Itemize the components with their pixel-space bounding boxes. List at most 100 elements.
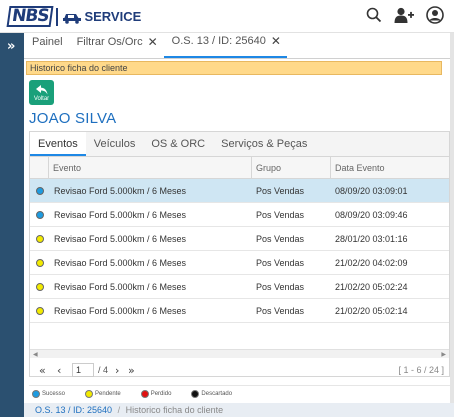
table-row[interactable]: Revisao Ford 5.000km / 6 Meses Pos Vendas…	[30, 251, 449, 275]
table-row[interactable]: Revisao Ford 5.000km / 6 Meses Pos Vendas…	[30, 275, 449, 299]
page-banner: Historico ficha do cliente	[26, 61, 442, 75]
column-header-grupo[interactable]: Grupo	[252, 157, 331, 178]
page-number-input[interactable]: 1	[72, 363, 94, 377]
pager: « ‹ 1 / 4 › » [ 1 - 6 / 24 ]	[29, 362, 450, 380]
status-cell	[30, 282, 49, 291]
table-row[interactable]: Revisao Ford 5.000km / 6 Meses Pos Vendas…	[30, 227, 449, 251]
grupo-cell: Pos Vendas	[256, 185, 305, 196]
legend-label: Pendente	[95, 390, 121, 397]
legend-item-descartado: Descartado	[191, 389, 233, 398]
legend-dot-icon	[140, 389, 149, 398]
grupo-cell: Pos Vendas	[256, 281, 305, 292]
legend-dot-icon	[85, 389, 94, 398]
expand-sidebar-icon[interactable]: »	[7, 39, 15, 54]
legend-item-sucesso: Sucesso	[32, 389, 66, 398]
back-button-label: Voltar	[33, 95, 50, 102]
legend-dot-icon	[191, 389, 200, 398]
evento-cell: Revisao Ford 5.000km / 6 Meses	[54, 233, 187, 244]
close-tab-icon[interactable]: ✕	[148, 35, 158, 49]
tab-painel[interactable]: Painel	[24, 32, 69, 58]
subtab-os-orc[interactable]: OS & ORC	[143, 132, 213, 156]
record-range: [ 1 - 6 / 24 ]	[398, 365, 444, 375]
data-evento-cell: 21/02/20 05:02:14	[335, 305, 408, 316]
tab-label: O.S. 13 / ID: 25640	[171, 35, 266, 47]
data-evento-cell: 08/09/20 03:09:46	[335, 209, 408, 220]
prev-page-icon[interactable]: ‹	[57, 364, 61, 377]
data-evento-cell: 21/02/20 05:02:24	[335, 281, 408, 292]
evento-cell: Revisao Ford 5.000km / 6 Meses	[54, 185, 187, 196]
client-name: JOAO SILVA	[29, 110, 117, 127]
breadcrumb-separator: /	[117, 405, 121, 415]
scroll-left-icon[interactable]: ◀	[33, 351, 38, 358]
subtab-eventos[interactable]: Eventos	[30, 132, 86, 156]
table-row[interactable]: Revisao Ford 5.000km / 6 Meses Pos Vendas…	[30, 179, 449, 203]
car-icon	[63, 13, 82, 24]
evento-cell: Revisao Ford 5.000km / 6 Meses	[54, 257, 187, 268]
scroll-right-icon[interactable]: ▶	[441, 351, 446, 358]
app-logo[interactable]: NBS SERVICE	[6, 6, 142, 27]
legend-label: Sucesso	[42, 390, 66, 397]
subtab-bar: Eventos Veículos OS & ORC Serviços & Peç…	[30, 132, 449, 157]
grupo-cell: Pos Vendas	[256, 257, 305, 268]
first-page-icon[interactable]: «	[39, 364, 46, 377]
horizontal-scrollbar[interactable]: ◀ ▶	[30, 349, 449, 358]
legend-label: Descartado	[201, 390, 233, 397]
subtab-servicos-pecas[interactable]: Serviços & Peças	[213, 132, 315, 156]
status-cell	[30, 306, 49, 315]
last-page-icon[interactable]: »	[128, 364, 135, 377]
next-page-icon[interactable]: ›	[115, 364, 119, 377]
grupo-cell: Pos Vendas	[256, 305, 305, 316]
breadcrumb-current: Historico ficha do cliente	[125, 405, 224, 415]
status-dot-icon	[35, 282, 44, 291]
add-user-icon[interactable]	[394, 7, 414, 23]
tab-filtrar-os-orc[interactable]: Filtrar Os/Orc ✕	[69, 32, 164, 58]
tab-bar: Painel Filtrar Os/Orc ✕ O.S. 13 / ID: 25…	[24, 33, 454, 59]
status-cell	[30, 210, 49, 219]
column-header-evento[interactable]: Evento	[49, 157, 252, 178]
tab-os-13[interactable]: O.S. 13 / ID: 25640 ✕	[163, 32, 287, 58]
grid-body: Revisao Ford 5.000km / 6 Meses Pos Vendas…	[30, 179, 449, 323]
status-legend: Sucesso Pendente Perdido Descartado	[29, 385, 450, 401]
grid-header: Evento Grupo Data Evento	[30, 157, 449, 179]
evento-cell: Revisao Ford 5.000km / 6 Meses	[54, 209, 187, 220]
breadcrumb: O.S. 13 / ID: 25640 / Historico ficha do…	[24, 403, 454, 417]
grupo-cell: Pos Vendas	[256, 233, 305, 244]
legend-item-pendente: Pendente	[85, 389, 121, 398]
evento-cell: Revisao Ford 5.000km / 6 Meses	[54, 281, 187, 292]
data-evento-cell: 28/01/20 03:01:16	[335, 233, 408, 244]
user-avatar-icon[interactable]	[426, 6, 444, 24]
data-evento-cell: 08/09/20 03:09:01	[335, 185, 408, 196]
table-row[interactable]: Revisao Ford 5.000km / 6 Meses Pos Vendas…	[30, 203, 449, 227]
status-cell	[30, 258, 49, 267]
status-cell	[30, 186, 49, 195]
status-dot-icon	[35, 258, 44, 267]
breadcrumb-link[interactable]: O.S. 13 / ID: 25640	[35, 405, 112, 415]
logo-separator	[56, 7, 59, 26]
status-dot-icon	[35, 234, 44, 243]
column-header-data-evento[interactable]: Data Evento	[331, 157, 449, 178]
back-arrow-icon	[35, 84, 47, 94]
tab-label: Painel	[32, 36, 63, 48]
tab-label: Filtrar Os/Orc	[76, 36, 143, 48]
scrollbar-track[interactable]	[450, 33, 454, 403]
close-tab-icon[interactable]: ✕	[271, 34, 281, 48]
status-dot-icon	[35, 210, 44, 219]
history-panel: Eventos Veículos OS & ORC Serviços & Peç…	[29, 131, 450, 377]
back-button[interactable]: Voltar	[29, 80, 54, 105]
legend-item-perdido: Perdido	[140, 389, 171, 398]
data-evento-cell: 21/02/20 04:02:09	[335, 257, 408, 268]
evento-cell: Revisao Ford 5.000km / 6 Meses	[54, 305, 187, 316]
status-cell	[30, 234, 49, 243]
table-row[interactable]: Revisao Ford 5.000km / 6 Meses Pos Vendas…	[30, 299, 449, 323]
sidebar: »	[0, 33, 24, 417]
logo-service-text: SERVICE	[84, 9, 142, 24]
search-icon[interactable]	[366, 7, 382, 23]
logo-nbs-text: NBS	[6, 6, 54, 27]
status-dot-icon	[35, 306, 44, 315]
grupo-cell: Pos Vendas	[256, 209, 305, 220]
legend-dot-icon	[32, 389, 40, 398]
subtab-veiculos[interactable]: Veículos	[86, 132, 144, 156]
page-count: / 4	[98, 365, 109, 375]
status-column-header	[30, 157, 49, 178]
top-bar: NBS SERVICE	[0, 0, 454, 33]
